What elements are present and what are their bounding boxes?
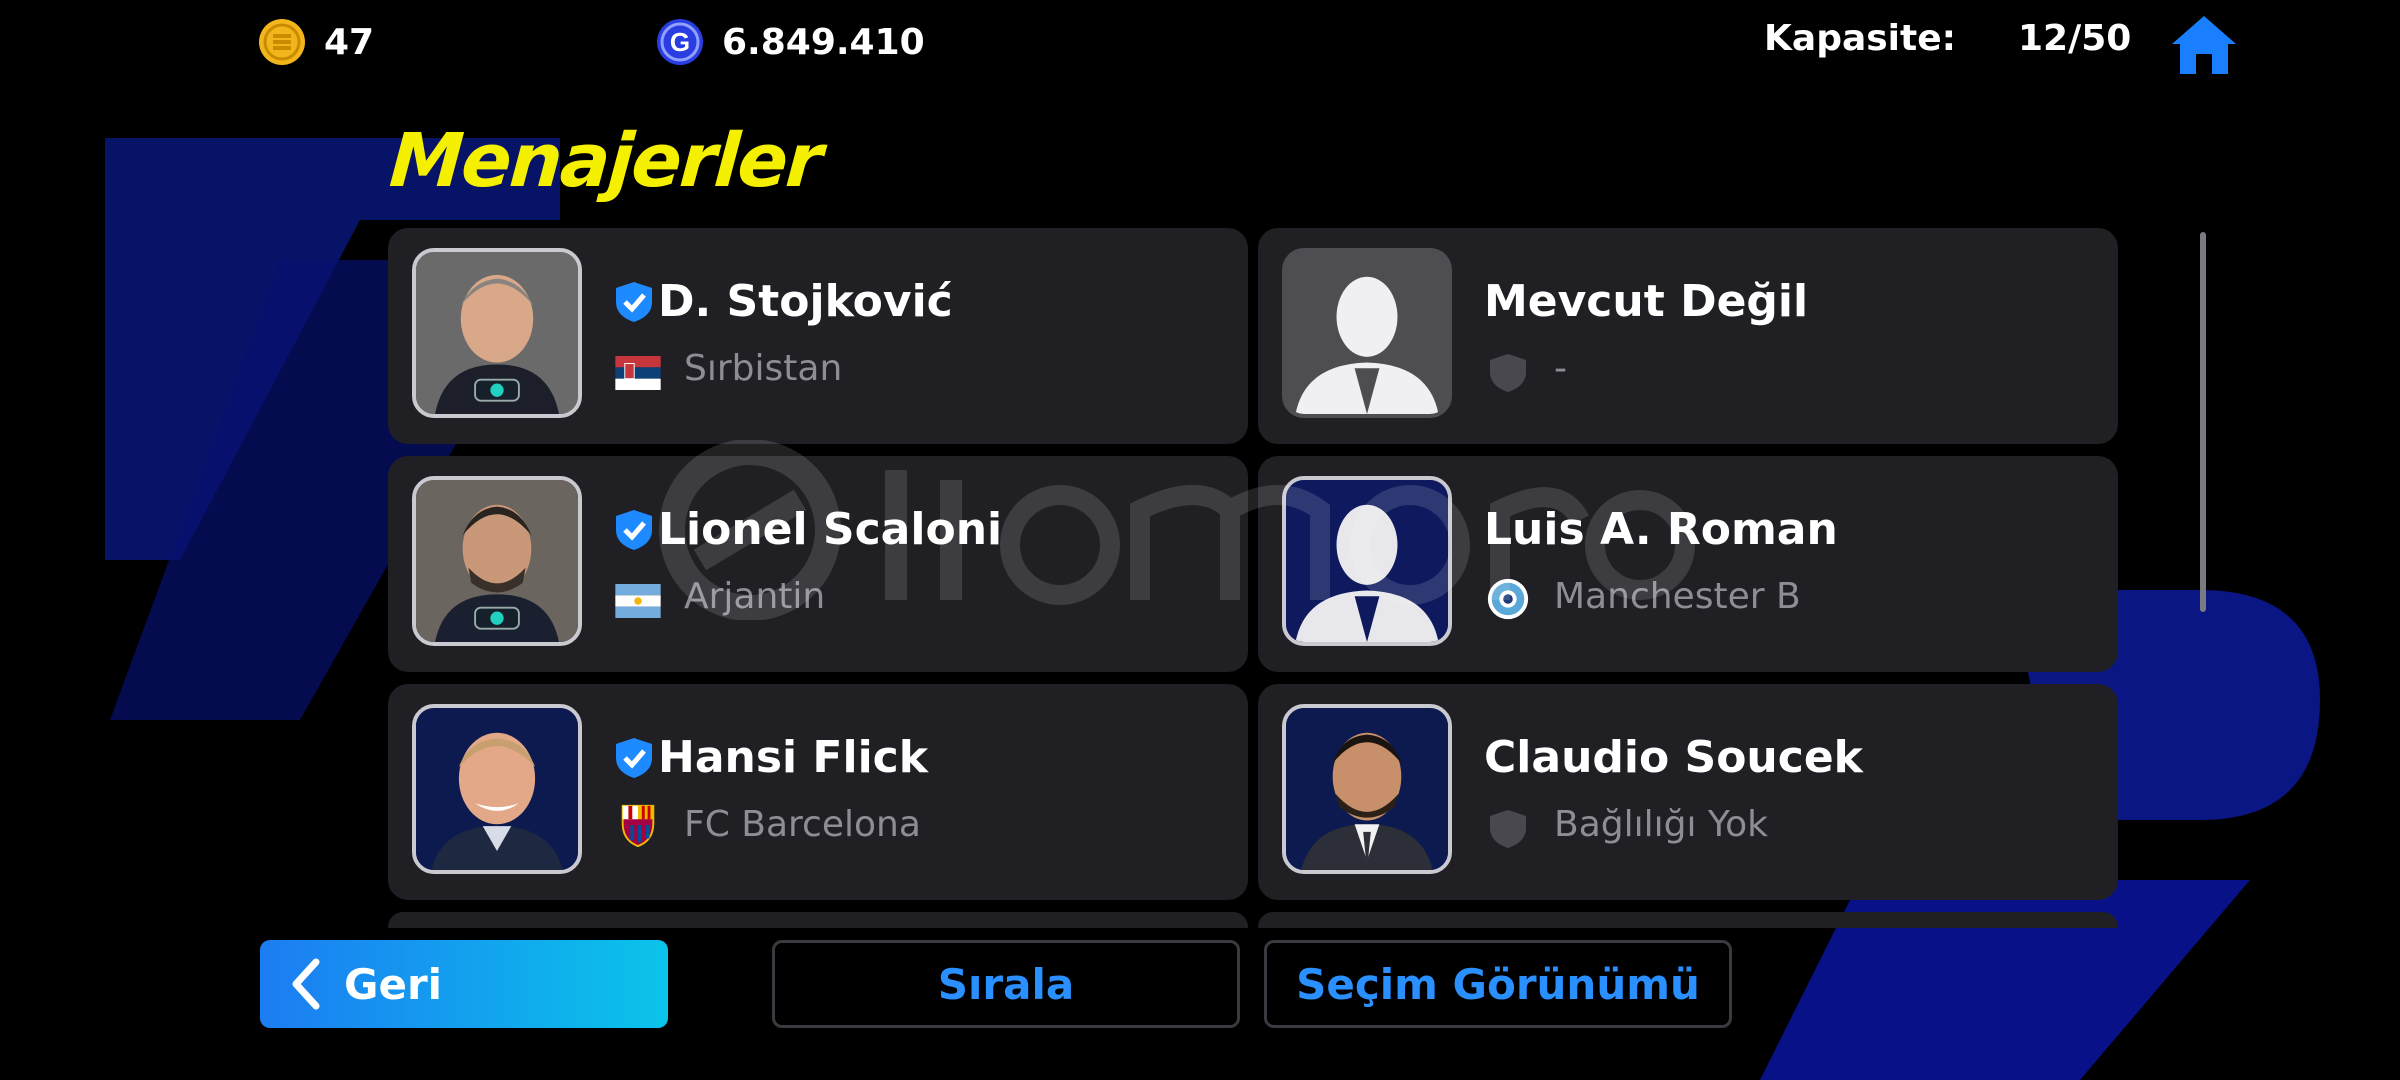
capacity-value: 12/50 <box>2018 18 2132 59</box>
barcelona-crest-icon <box>621 804 655 848</box>
manager-name: Lionel Scaloni <box>658 504 1003 555</box>
manager-name: Luis A. Roman <box>1484 504 1838 555</box>
list-scrollbar[interactable] <box>2200 232 2206 612</box>
shield-icon <box>1490 810 1526 848</box>
manager-card[interactable]: Hansi Flick FC Barcelona <box>388 684 1248 900</box>
manager-portrait <box>412 248 582 418</box>
manager-card[interactable]: Lionel Scaloni Arjantin <box>388 456 1248 672</box>
manager-list[interactable]: D. Stojković Sırbistan Mevcut Değil - Li… <box>388 228 2118 928</box>
manager-card-partial[interactable] <box>388 912 1248 928</box>
selection-view-button[interactable]: Seçim Görünümü <box>1264 940 1732 1028</box>
argentina-flag-icon <box>615 584 661 618</box>
manager-affiliation: Sırbistan <box>684 348 843 389</box>
shield-icon <box>1490 354 1526 392</box>
club-crest-icon <box>1487 578 1529 620</box>
back-button[interactable]: Geri <box>260 940 668 1028</box>
manager-portrait <box>412 476 582 646</box>
verified-badge-icon <box>616 510 652 550</box>
home-icon[interactable] <box>2170 14 2238 76</box>
coin-balance: 47 <box>258 18 374 66</box>
manager-name: Claudio Soucek <box>1484 732 1863 783</box>
page-title: Menajerler <box>386 118 824 204</box>
manager-affiliation: Arjantin <box>684 576 826 617</box>
manager-card-partial[interactable] <box>1258 912 2118 928</box>
manager-portrait-silhouette <box>1282 248 1452 418</box>
sort-button[interactable]: Sırala <box>772 940 1240 1028</box>
manager-card[interactable]: Luis A. Roman Manchester B <box>1258 456 2118 672</box>
coin-amount: 47 <box>324 21 375 63</box>
top-bar: 47 G 6.849.410 Kapasite: 12/50 <box>0 0 2400 85</box>
sort-button-label: Sırala <box>937 959 1075 1009</box>
manager-affiliation: FC Barcelona <box>684 804 921 845</box>
gp-icon: G <box>657 19 703 65</box>
chevron-left-icon <box>292 958 320 1010</box>
manager-card[interactable]: D. Stojković Sırbistan <box>388 228 1248 444</box>
manager-card[interactable]: Claudio Soucek Bağlılığı Yok <box>1258 684 2118 900</box>
manager-portrait <box>412 704 582 874</box>
manager-portrait-silhouette <box>1282 476 1452 646</box>
manager-affiliation: - <box>1554 348 1567 389</box>
manager-name: D. Stojković <box>658 276 953 327</box>
gp-amount: 6.849.410 <box>722 21 925 63</box>
svg-text:G: G <box>670 27 690 57</box>
manager-name: Hansi Flick <box>658 732 928 783</box>
serbia-flag-icon <box>615 356 661 390</box>
capacity-label: Kapasite: <box>1764 18 1957 59</box>
manager-name: Mevcut Değil <box>1484 276 1809 327</box>
gp-balance: G 6.849.410 <box>656 18 925 66</box>
manager-card[interactable]: Mevcut Değil - <box>1258 228 2118 444</box>
manager-portrait <box>1282 704 1452 874</box>
selection-view-button-label: Seçim Görünümü <box>1296 959 1700 1009</box>
manager-affiliation: Manchester B <box>1554 576 1801 617</box>
manager-affiliation: Bağlılığı Yok <box>1554 804 1768 845</box>
verified-badge-icon <box>616 282 652 322</box>
coin-icon <box>259 19 305 65</box>
back-button-label: Geri <box>344 959 443 1009</box>
verified-badge-icon <box>616 738 652 778</box>
